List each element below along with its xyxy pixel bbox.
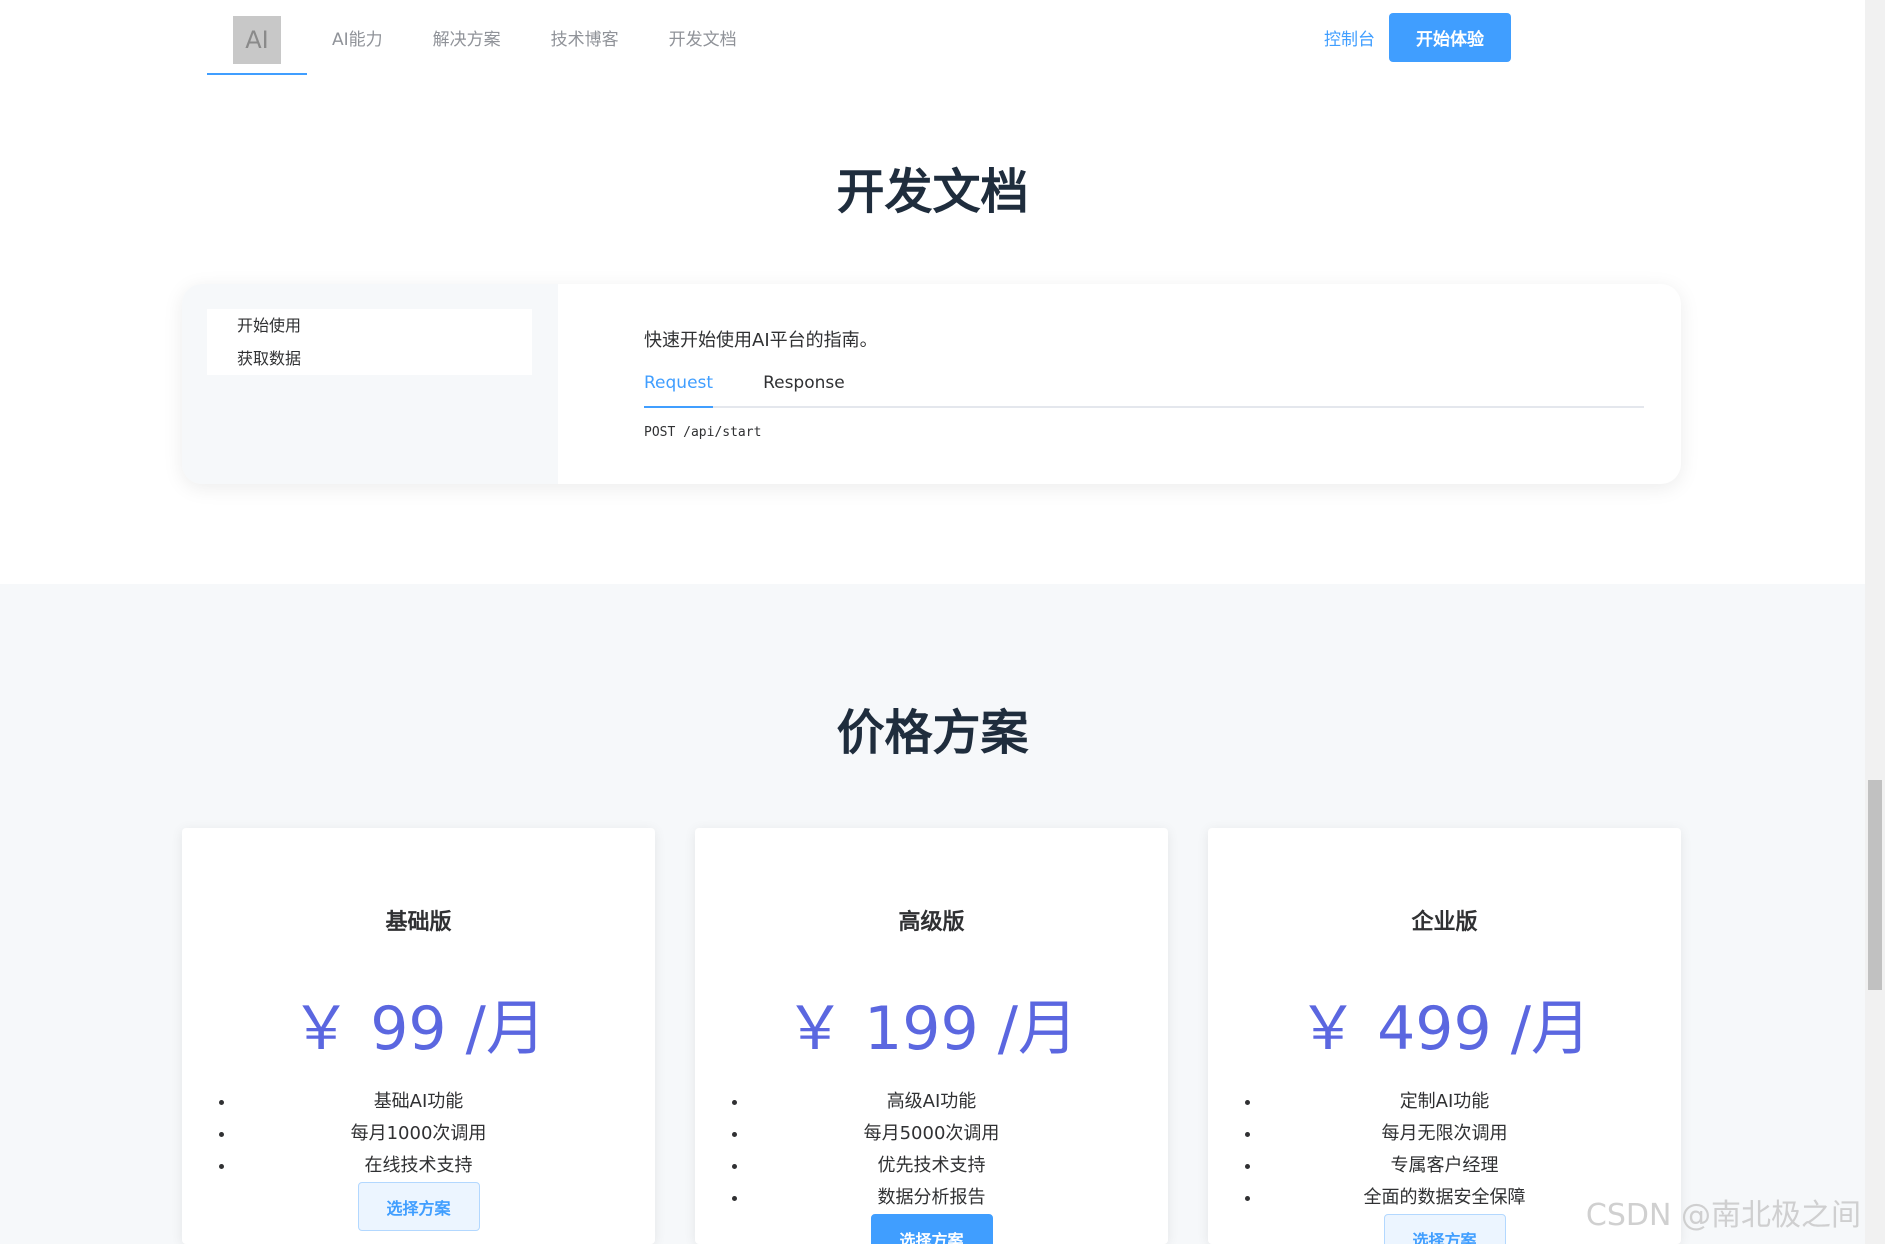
- docs-menu-item-getting-started[interactable]: 开始使用: [207, 309, 532, 342]
- logo-link[interactable]: AI: [207, 0, 307, 75]
- console-link[interactable]: 控制台: [1324, 25, 1375, 50]
- select-plan-button-advanced[interactable]: 选择方案: [870, 1214, 993, 1244]
- plan-features: 基础AI功能 每月1000次调用 在线技术支持: [182, 1086, 655, 1182]
- plan-feature: 优先技术支持: [749, 1150, 1168, 1182]
- docs-content: 快速开始使用AI平台的指南。 Request Response POST /ap…: [644, 284, 1681, 484]
- main-nav: AI能力 解决方案 技术博客 开发文档: [318, 0, 787, 75]
- plan-feature: 基础AI功能: [236, 1086, 655, 1118]
- docs-menu-item-get-data[interactable]: 获取数据: [207, 342, 532, 375]
- plan-price: ￥ 99 /月: [291, 994, 546, 1064]
- nav-item-tech-blog[interactable]: 技术博客: [551, 25, 619, 50]
- plan-card-basic: 基础版 ￥ 99 /月 基础AI功能 每月1000次调用 在线技术支持 选择方案: [182, 828, 655, 1244]
- docs-sidebar: 开始使用 获取数据: [182, 284, 558, 484]
- plan-feature: 每月1000次调用: [236, 1118, 655, 1150]
- docs-description: 快速开始使用AI平台的指南。: [644, 330, 878, 351]
- docs-card: 开始使用 获取数据 快速开始使用AI平台的指南。 Request Respons…: [182, 284, 1681, 484]
- code-snippet: POST /api/start: [644, 425, 762, 440]
- docs-tabs: Request Response: [644, 368, 1644, 408]
- select-plan-button-basic[interactable]: 选择方案: [357, 1182, 480, 1231]
- nav-item-solutions[interactable]: 解决方案: [433, 25, 501, 50]
- docs-menu: 开始使用 获取数据: [207, 309, 532, 375]
- plan-card-advanced: 高级版 ￥ 199 /月 高级AI功能 每月5000次调用 优先技术支持 数据分…: [695, 828, 1168, 1244]
- docs-section-title: 开发文档: [836, 164, 1029, 220]
- plan-feature: 专属客户经理: [1262, 1150, 1681, 1182]
- select-plan-button-enterprise[interactable]: 选择方案: [1383, 1214, 1506, 1244]
- plan-name: 基础版: [385, 910, 452, 935]
- plan-feature: 定制AI功能: [1262, 1086, 1681, 1118]
- plan-feature: 每月5000次调用: [749, 1118, 1168, 1150]
- plan-feature: 高级AI功能: [749, 1086, 1168, 1118]
- nav-item-ai-capability[interactable]: AI能力: [332, 25, 383, 50]
- nav-item-dev-docs[interactable]: 开发文档: [669, 25, 737, 50]
- plan-name: 高级版: [898, 910, 965, 935]
- top-header: AI AI能力 解决方案 技术博客 开发文档 控制台 开始体验: [0, 0, 1865, 75]
- plan-card-enterprise: 企业版 ￥ 499 /月 定制AI功能 每月无限次调用 专属客户经理 全面的数据…: [1208, 828, 1681, 1244]
- plan-feature: 在线技术支持: [236, 1150, 655, 1182]
- plan-feature: 数据分析报告: [749, 1182, 1168, 1214]
- tab-response[interactable]: Response: [763, 368, 845, 408]
- pricing-section-title: 价格方案: [836, 705, 1029, 761]
- plan-feature: 每月无限次调用: [1262, 1118, 1681, 1150]
- scrollbar-thumb[interactable]: [1868, 780, 1882, 990]
- plan-features: 高级AI功能 每月5000次调用 优先技术支持 数据分析报告: [695, 1086, 1168, 1214]
- plan-price: ￥ 499 /月: [1298, 994, 1591, 1064]
- page-scrollbar[interactable]: [1865, 0, 1885, 1244]
- watermark: CSDN @南北极之间: [1585, 1198, 1861, 1233]
- start-experience-button[interactable]: 开始体验: [1389, 13, 1511, 62]
- plan-name: 企业版: [1411, 910, 1478, 935]
- header-actions: 控制台 开始体验: [1324, 13, 1511, 62]
- logo: AI: [233, 16, 281, 64]
- tab-request[interactable]: Request: [644, 368, 714, 408]
- plan-price: ￥ 199 /月: [785, 994, 1078, 1064]
